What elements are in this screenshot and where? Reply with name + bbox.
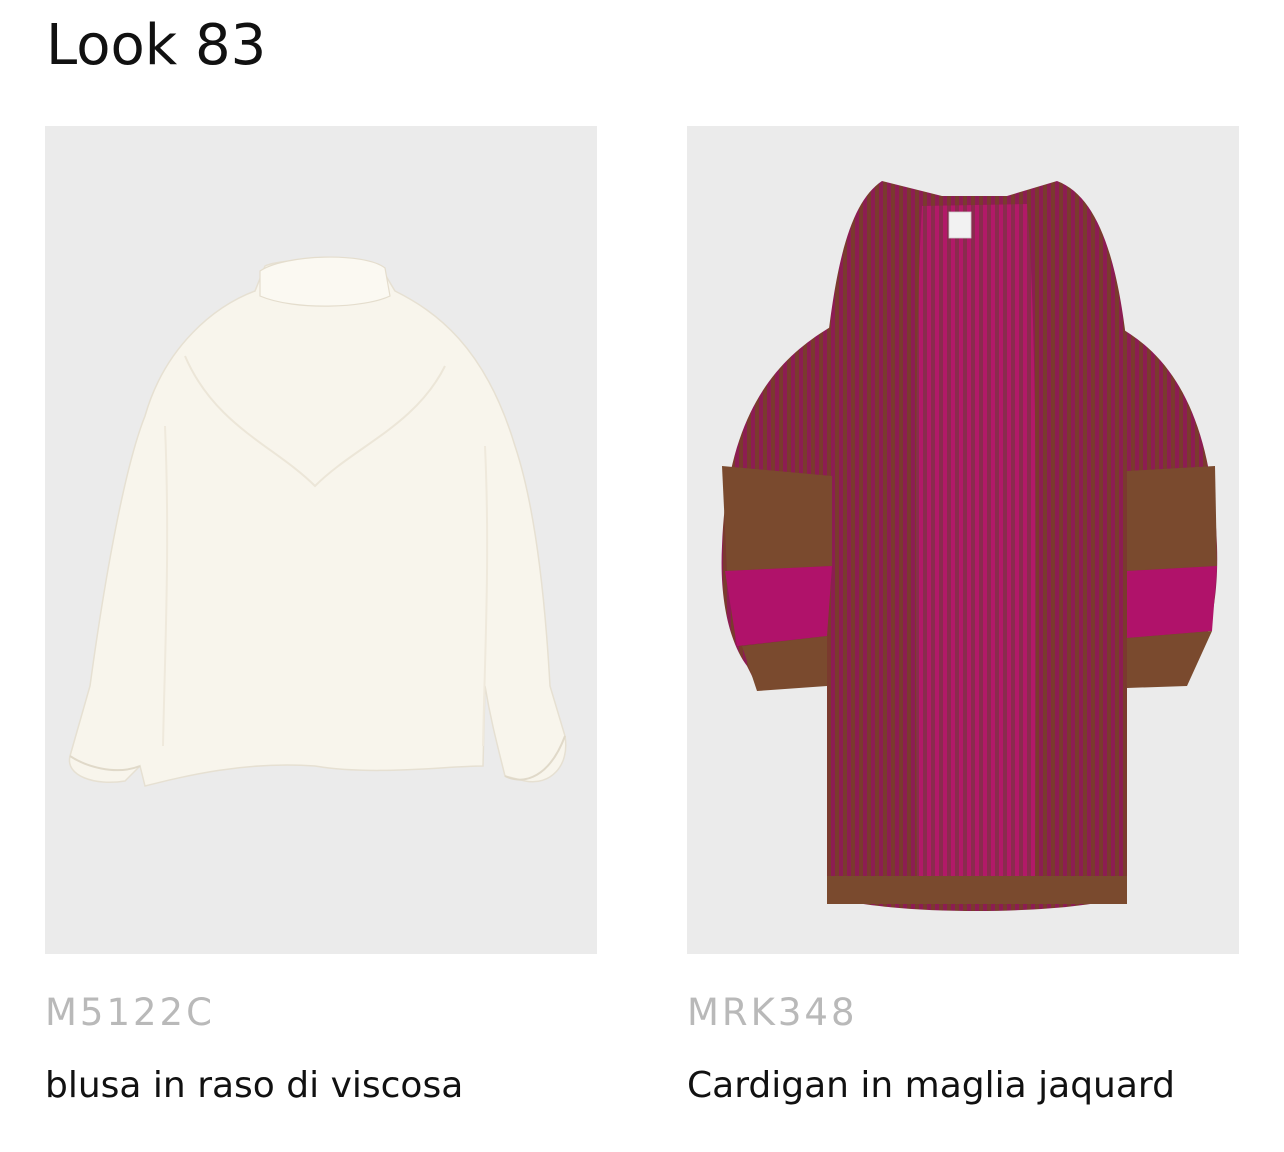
- product-name[interactable]: Cardigan in maglia jaquard: [687, 1063, 1239, 1109]
- product-image[interactable]: [45, 126, 597, 954]
- page-title: Look 83: [46, 13, 267, 78]
- ribbed-knit-cardigan-photo: [721, 181, 1218, 911]
- white-satin-blouse-photo: [68, 256, 567, 787]
- product-code: MRK348: [687, 991, 858, 1034]
- product-name[interactable]: blusa in raso di viscosa: [45, 1063, 597, 1109]
- product-code: M5122C: [45, 991, 215, 1034]
- product-card[interactable]: MRK348 Cardigan in maglia jaquard: [687, 126, 1239, 1109]
- product-image[interactable]: [687, 126, 1239, 954]
- product-card[interactable]: M5122C blusa in raso di viscosa: [45, 126, 597, 1109]
